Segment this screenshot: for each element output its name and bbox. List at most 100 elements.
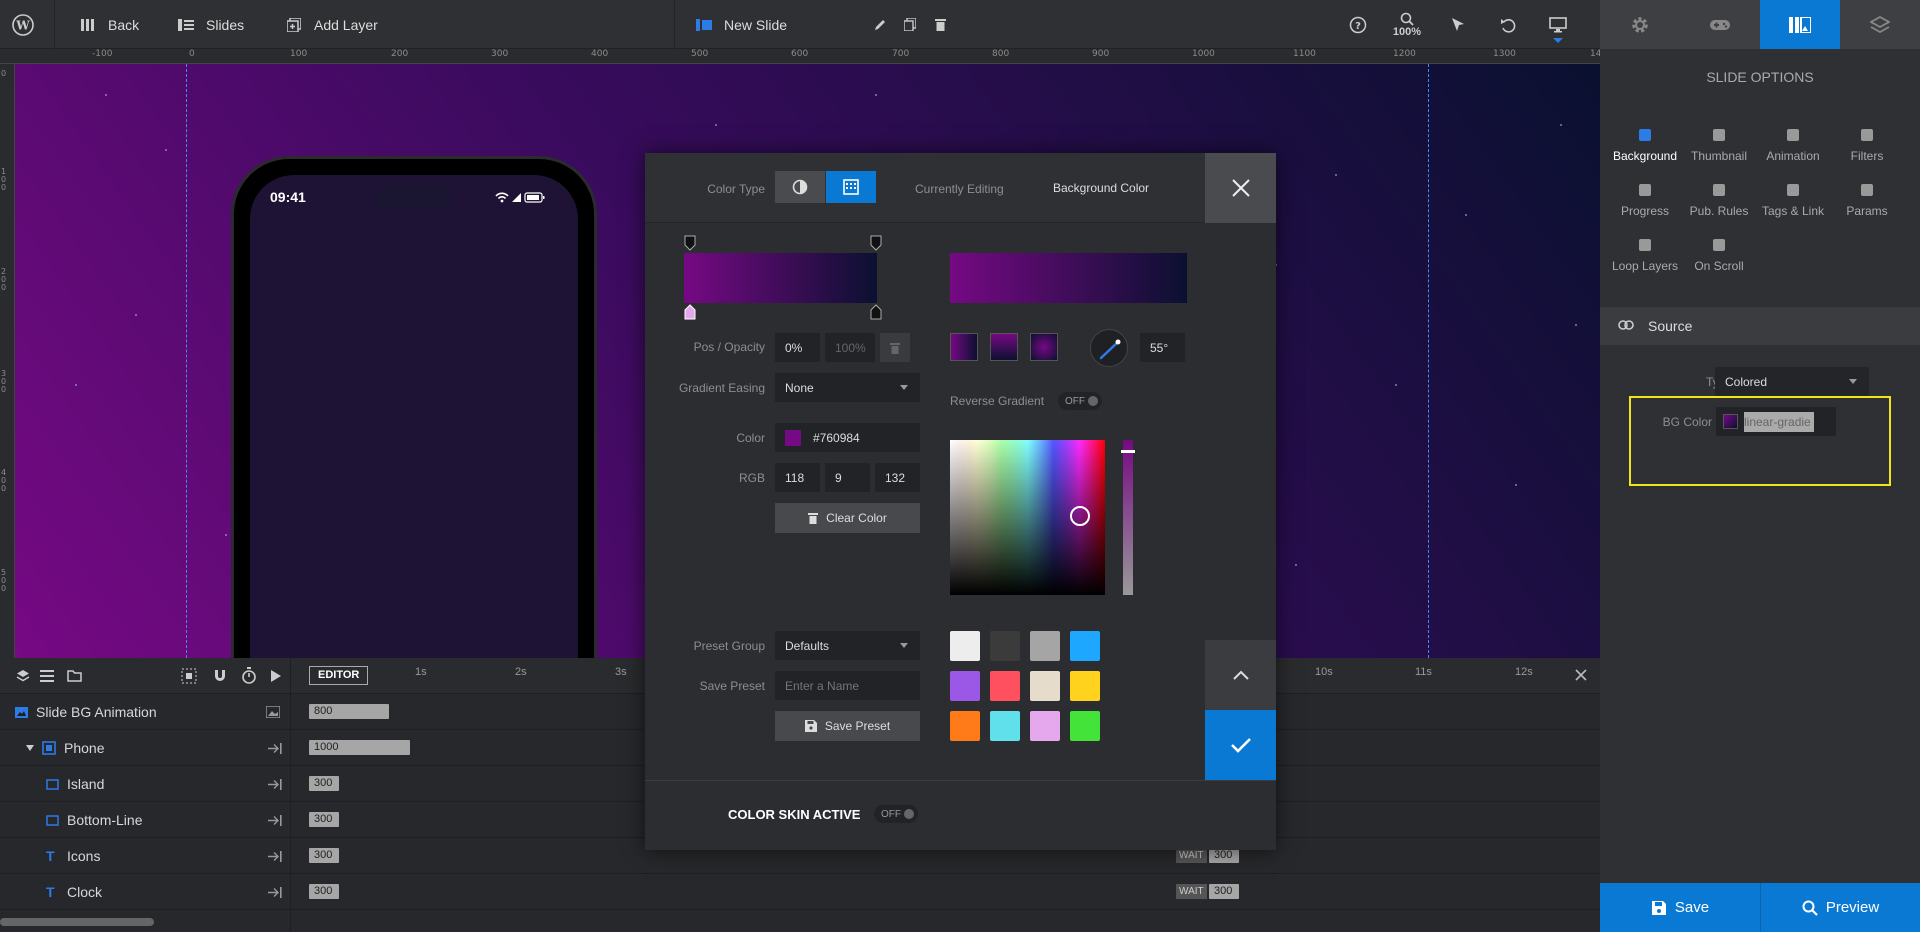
play-icon[interactable] xyxy=(270,669,282,683)
slide-option-on-scroll[interactable]: On Scroll xyxy=(1682,237,1756,273)
type-select[interactable]: Colored xyxy=(1715,367,1869,396)
caret-down-icon[interactable] xyxy=(26,745,34,751)
align-to-end-icon[interactable] xyxy=(268,887,282,898)
slide-name[interactable]: New Slide xyxy=(694,0,787,49)
preset-swatch[interactable] xyxy=(950,711,980,741)
color-handle[interactable] xyxy=(1070,506,1090,526)
reverse-gradient-toggle[interactable]: OFF xyxy=(1058,392,1102,410)
slide-option-pub-rules[interactable]: Pub. Rules xyxy=(1682,182,1756,218)
linear-gradient-type[interactable] xyxy=(950,333,978,361)
preset-swatch[interactable] xyxy=(990,711,1020,741)
align-to-end-icon[interactable] xyxy=(268,779,282,790)
gradient-color-button[interactable] xyxy=(826,171,876,203)
preset-swatch[interactable] xyxy=(1030,671,1060,701)
preset-swatch[interactable] xyxy=(990,671,1020,701)
slide-option-progress[interactable]: Progress xyxy=(1608,182,1682,218)
list-view-icon[interactable] xyxy=(40,670,54,682)
slide-bg-icon[interactable] xyxy=(266,706,280,718)
end-bar[interactable]: 300 xyxy=(1209,848,1239,863)
collapse-button[interactable] xyxy=(1205,640,1276,710)
bgcolor-field[interactable]: linear-gradie xyxy=(1716,407,1836,436)
gradient-stop-start[interactable] xyxy=(684,304,696,320)
slide-option-filters[interactable]: Filters xyxy=(1830,127,1904,163)
timeline-bar[interactable]: 300 xyxy=(309,812,339,827)
r-input[interactable]: 118 xyxy=(775,463,820,492)
slide-option-animation[interactable]: Animation xyxy=(1756,127,1830,163)
wordpress-logo-button[interactable]: W xyxy=(12,0,34,49)
opacity-input[interactable]: 100% xyxy=(825,333,875,362)
source-section-header[interactable]: Source xyxy=(1600,307,1920,345)
tab-slide-options[interactable] xyxy=(1760,0,1840,49)
slide-option-tags-link[interactable]: Tags & Link xyxy=(1756,182,1830,218)
zoom-control[interactable]: 100% xyxy=(1390,12,1424,38)
preset-swatch[interactable] xyxy=(950,631,980,661)
apply-color-button[interactable] xyxy=(1205,710,1276,780)
help-button[interactable]: ? xyxy=(1348,0,1368,49)
phone-island[interactable] xyxy=(372,187,452,209)
phone-layer[interactable]: 09:41 xyxy=(231,156,597,658)
add-layer-button[interactable]: Add Layer xyxy=(284,0,378,49)
b-input[interactable]: 132 xyxy=(875,463,920,492)
magnet-icon[interactable] xyxy=(212,668,228,684)
gradient-stop-top-left[interactable] xyxy=(684,235,696,251)
horizontal-scrollbar[interactable] xyxy=(0,918,154,926)
layers-toggle-icon[interactable] xyxy=(16,669,30,683)
slide-option-thumbnail[interactable]: Thumbnail xyxy=(1682,127,1756,163)
g-input[interactable]: 9 xyxy=(825,463,870,492)
preset-swatch[interactable] xyxy=(1070,671,1100,701)
close-timeline-icon[interactable] xyxy=(1574,668,1588,682)
grid-select-icon[interactable] xyxy=(181,668,197,684)
gradient-bar[interactable] xyxy=(684,253,877,303)
timeline-bar[interactable]: 300 xyxy=(309,776,339,791)
preset-swatch[interactable] xyxy=(950,671,980,701)
folder-icon[interactable] xyxy=(67,669,82,682)
angle-dial[interactable] xyxy=(1090,329,1128,367)
phone-status-icons[interactable] xyxy=(494,191,550,203)
timeline-bar[interactable]: 300 xyxy=(309,848,339,863)
opacity-slider[interactable] xyxy=(1123,440,1133,595)
preset-name-input[interactable] xyxy=(775,671,920,700)
timeline-row[interactable]: T Clock 300 WAIT 300 xyxy=(0,874,1600,910)
timeline-bar[interactable]: 1000 xyxy=(309,740,410,755)
preset-swatch[interactable] xyxy=(1030,711,1060,741)
radial-gradient-type[interactable] xyxy=(1030,333,1058,361)
align-to-end-icon[interactable] xyxy=(268,851,282,862)
preset-group-select[interactable]: Defaults xyxy=(775,631,920,660)
back-button[interactable]: Back xyxy=(78,0,139,49)
gradient-easing-select[interactable]: None xyxy=(775,373,920,402)
preset-swatch[interactable] xyxy=(990,631,1020,661)
save-button[interactable]: Save xyxy=(1600,883,1760,932)
timer-icon[interactable] xyxy=(241,667,257,684)
preview-button[interactable]: Preview xyxy=(1761,883,1920,932)
close-modal-button[interactable] xyxy=(1205,153,1276,223)
opacity-slider-handle[interactable] xyxy=(1121,450,1135,453)
solid-color-button[interactable] xyxy=(775,171,825,203)
slide-option-params[interactable]: Params xyxy=(1830,182,1904,218)
preset-swatch[interactable] xyxy=(1070,631,1100,661)
clear-color-button[interactable]: Clear Color xyxy=(775,503,920,533)
align-to-end-icon[interactable] xyxy=(268,743,282,754)
slides-button[interactable]: Slides xyxy=(176,0,244,49)
color-skin-toggle[interactable]: OFF xyxy=(874,805,918,823)
gradient-stop-end[interactable] xyxy=(870,304,882,320)
editor-badge[interactable]: EDITOR xyxy=(309,666,369,685)
angle-input[interactable]: 55° xyxy=(1140,333,1185,362)
phone-clock[interactable]: 09:41 xyxy=(270,189,306,205)
tab-settings[interactable] xyxy=(1600,0,1680,49)
edit-slide-button[interactable] xyxy=(870,0,890,49)
undo-button[interactable] xyxy=(1498,0,1518,49)
vertical-gradient-type[interactable] xyxy=(990,333,1018,361)
timeline-bar[interactable]: 300 xyxy=(309,884,339,899)
color-hex-input[interactable]: #760984 xyxy=(775,423,920,452)
tab-layers[interactable] xyxy=(1840,0,1920,49)
select-tool-button[interactable] xyxy=(1448,0,1468,49)
preset-swatch[interactable] xyxy=(1030,631,1060,661)
gradient-stop-top-right[interactable] xyxy=(870,235,882,251)
delete-stop-button[interactable] xyxy=(880,333,910,362)
end-bar[interactable]: 300 xyxy=(1209,884,1239,899)
preset-swatch[interactable] xyxy=(1070,711,1100,741)
align-to-end-icon[interactable] xyxy=(268,815,282,826)
position-input[interactable]: 0% xyxy=(775,333,820,362)
duplicate-slide-button[interactable] xyxy=(900,0,920,49)
delete-slide-button[interactable] xyxy=(930,0,950,49)
